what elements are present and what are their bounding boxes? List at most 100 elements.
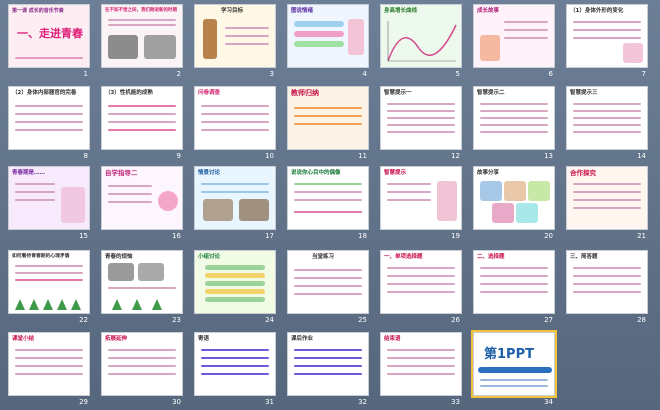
text-line: [573, 124, 641, 126]
slide-thumbnail[interactable]: 智慧提示三: [566, 86, 648, 150]
text-line: [480, 275, 548, 277]
slide-thumbnail[interactable]: 教师归纳: [287, 86, 369, 150]
cartoon-image: [480, 35, 500, 61]
text-line: [573, 37, 641, 39]
slide-thumbnail[interactable]: 如何看待青春期的心理矛盾: [8, 250, 90, 314]
text-line: [15, 199, 55, 201]
slide-thumbnail[interactable]: （1）身体外形的变化: [566, 4, 648, 68]
text-line: [573, 110, 641, 112]
photo-image: [516, 203, 538, 223]
slide-thumbnail[interactable]: 智慧提示: [380, 166, 462, 230]
slide-thumbnail[interactable]: 智慧提示二: [473, 86, 555, 150]
text-line: [108, 373, 176, 375]
slide-thumbnail[interactable]: 故事分享: [473, 166, 555, 230]
slide-title: 二、选择题: [477, 254, 505, 260]
slide-number: 11: [358, 152, 367, 160]
slide-title: 当堂练习: [312, 254, 335, 260]
text-line: [480, 110, 548, 112]
photo-image: [108, 35, 138, 59]
text-line: [480, 385, 548, 387]
text-line: [201, 113, 269, 115]
text-line: [201, 349, 269, 351]
slide-thumbnail[interactable]: 学习目标: [194, 4, 276, 68]
text-line: [573, 29, 641, 31]
slide-thumbnail[interactable]: 课堂小结: [8, 332, 90, 396]
tree-icon: [29, 299, 39, 310]
slide-thumbnail[interactable]: 说说你心目中的偶像: [287, 166, 369, 230]
slide-thumbnail[interactable]: 在不知不觉之间，我们跨进新的时期: [101, 4, 183, 68]
slide-thumbnail[interactable]: 问卷调查: [194, 86, 276, 150]
photo-image: [144, 35, 176, 59]
slide-thumbnail[interactable]: 一、单项选择题: [380, 250, 462, 314]
slide-thumbnail[interactable]: （2）身体内部器官的完善: [8, 86, 90, 150]
text-line: [225, 27, 269, 29]
text-line: [573, 131, 641, 133]
option-row: [205, 281, 265, 286]
text-line: [15, 365, 83, 367]
text-line: [387, 117, 455, 119]
photo-image: [492, 203, 514, 223]
slide-number: 26: [451, 316, 460, 324]
slide-thumbnail[interactable]: 成长故事: [473, 4, 555, 68]
slide-thumbnail[interactable]: 结束语: [380, 332, 462, 396]
text-line: [15, 129, 83, 131]
text-line: [504, 37, 548, 39]
slide-title: （1）身体外形的变化: [570, 8, 624, 14]
slide-thumbnail[interactable]: 拓展延伸: [101, 332, 183, 396]
slide-thumbnail[interactable]: 小组讨论: [194, 250, 276, 314]
slide-number: 29: [79, 398, 88, 406]
text-line: [573, 291, 641, 293]
slide-thumbnail[interactable]: 三、简答题: [566, 250, 648, 314]
slide-number: 15: [79, 232, 88, 240]
text-line: [108, 357, 176, 359]
text-line: [480, 379, 548, 381]
text-line: [15, 279, 83, 281]
slide-thumbnail[interactable]: 寄语: [194, 332, 276, 396]
photo-image: [138, 263, 164, 281]
text-line: [387, 275, 455, 277]
text-line: [387, 131, 455, 133]
slide-title: 学习目标: [221, 8, 244, 14]
text-line: [108, 201, 152, 203]
tree-icon: [132, 299, 142, 310]
slide-thumbnail[interactable]: 情景讨论: [194, 166, 276, 230]
slide-thumbnail[interactable]: 当堂练习: [287, 250, 369, 314]
photo-image: [203, 199, 233, 221]
slide-title: 一、走进青春: [17, 27, 83, 40]
slide-number: 32: [358, 398, 367, 406]
slide-thumbnail[interactable]: 第一课 成长的音乐节奏 一、走进青春: [8, 4, 90, 68]
slide-thumbnail[interactable]: 青春期是……: [8, 166, 90, 230]
text-line: [108, 287, 176, 289]
option-row: [205, 265, 265, 270]
slide-title: 三、简答题: [570, 254, 598, 260]
slide-thumbnail[interactable]: 图说情绪: [287, 4, 369, 68]
slide-number: 23: [172, 316, 181, 324]
slide-number: 2: [176, 70, 181, 78]
option-row: [205, 273, 265, 278]
slide-title: 青春期是……: [12, 170, 46, 176]
text-line: [387, 199, 431, 201]
text-line: [201, 365, 269, 367]
slide-thumbnail[interactable]: 智慧提示一: [380, 86, 462, 150]
signpost-image: [203, 19, 217, 59]
text-line: [573, 275, 641, 277]
tree-icon: [71, 299, 81, 310]
slide-thumbnail[interactable]: 合作探究: [566, 166, 648, 230]
slide-thumbnail[interactable]: 二、选择题: [473, 250, 555, 314]
tree-icon: [112, 299, 122, 310]
text-line: [480, 291, 548, 293]
slide-thumbnail[interactable]: 自学指导二: [101, 166, 183, 230]
text-line: [387, 183, 431, 185]
slide-thumbnail[interactable]: 课后作业: [287, 332, 369, 396]
girl-image: [623, 43, 643, 63]
slide-thumbnail-selected[interactable]: 第1PPT: [471, 330, 557, 398]
slide-title: 身高增长曲线: [384, 8, 418, 14]
slide-thumbnail[interactable]: （3）性机能的成熟: [101, 86, 183, 150]
slide-number: 4: [362, 70, 367, 78]
slide-thumbnail[interactable]: 身高增长曲线: [380, 4, 462, 68]
photo-image: [239, 199, 269, 221]
text-line: [573, 191, 641, 193]
slide-thumbnail[interactable]: 青春的烦恼: [101, 250, 183, 314]
text-line: [15, 121, 83, 123]
slide-title: 问卷调查: [198, 90, 221, 96]
